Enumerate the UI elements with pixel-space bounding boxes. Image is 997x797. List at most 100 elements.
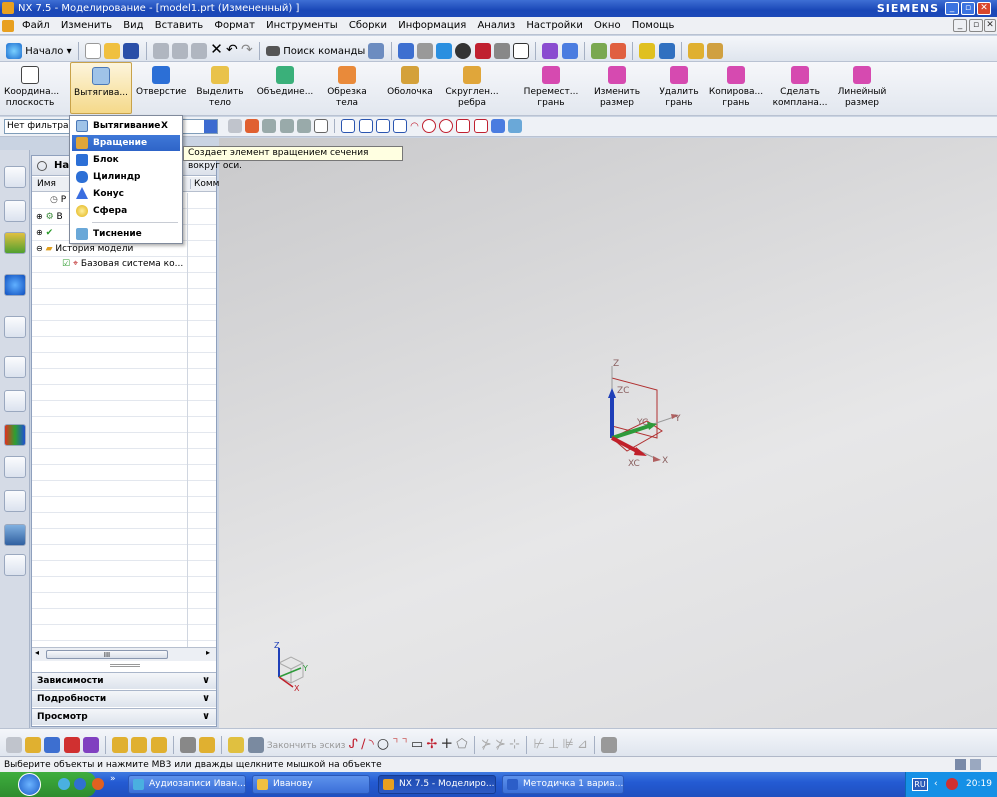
dimension-icon[interactable]: ⊬ bbox=[533, 737, 544, 752]
chevron-left-icon[interactable]: ‹ bbox=[934, 772, 938, 797]
move-face-button[interactable]: Перемест... грань bbox=[522, 62, 580, 114]
menu-window[interactable]: Окно bbox=[590, 17, 625, 35]
profile-icon[interactable]: ᔑ bbox=[349, 737, 358, 752]
menu-item-cylinder[interactable]: Цилиндр bbox=[72, 169, 180, 185]
analysis-icon[interactable] bbox=[639, 43, 656, 59]
quicklaunch-icon[interactable] bbox=[58, 778, 70, 790]
datum-plane-button[interactable]: Координа... плоскость bbox=[4, 62, 59, 114]
snap-icon[interactable] bbox=[610, 43, 627, 59]
fit-view-icon[interactable] bbox=[397, 43, 414, 59]
menu-information[interactable]: Информация bbox=[394, 17, 470, 35]
datum-icon[interactable] bbox=[25, 737, 42, 753]
bounded-grid-icon[interactable] bbox=[507, 119, 522, 133]
boolean-icon[interactable] bbox=[63, 737, 80, 753]
delete-icon[interactable]: ✕ bbox=[210, 40, 223, 58]
scroll-left-icon[interactable]: ◂ bbox=[35, 648, 39, 657]
chevron-down-icon[interactable]: ∨ bbox=[199, 710, 213, 724]
trim-body-button[interactable]: Обрезка тела bbox=[324, 62, 370, 114]
menu-edit[interactable]: Изменить bbox=[57, 17, 116, 35]
extract-body-button[interactable]: Выделить тело bbox=[196, 62, 244, 114]
view-icon[interactable] bbox=[6, 737, 22, 753]
mid-point-icon[interactable] bbox=[358, 119, 373, 133]
status-icon[interactable] bbox=[955, 759, 966, 770]
snap-point-icon[interactable] bbox=[245, 119, 260, 133]
corner-icon[interactable]: ⊹ bbox=[509, 737, 520, 752]
web-browser-icon[interactable] bbox=[4, 524, 26, 546]
arc-center-icon[interactable]: ◠ bbox=[410, 121, 419, 132]
select-icon[interactable] bbox=[262, 119, 277, 133]
intersection-icon[interactable] bbox=[392, 119, 407, 133]
task-audio[interactable]: Аудиозаписи Иван... bbox=[128, 775, 246, 794]
firefox-icon[interactable] bbox=[92, 778, 104, 790]
show-constraints-icon[interactable]: ⊿ bbox=[577, 737, 588, 752]
offset-icon[interactable] bbox=[82, 737, 99, 753]
auto-constraint-icon[interactable]: ⊯ bbox=[562, 737, 573, 752]
wcs-dynamic-icon[interactable] bbox=[561, 43, 578, 59]
end-point-icon[interactable] bbox=[341, 119, 356, 133]
assembly-navigator-icon[interactable] bbox=[4, 166, 26, 188]
scroll-right-icon[interactable]: ▸ bbox=[206, 648, 210, 657]
restore-button[interactable]: ▫ bbox=[961, 2, 975, 15]
splitter-handle[interactable] bbox=[110, 664, 140, 667]
menu-item-emboss[interactable]: Тиснение bbox=[72, 226, 180, 242]
quadrant-icon[interactable] bbox=[439, 119, 454, 133]
new-file-icon[interactable] bbox=[84, 43, 101, 59]
chain-icon[interactable] bbox=[131, 737, 148, 753]
graphics-window[interactable]: Z ZC YC Y XC X Z Y X bbox=[219, 138, 997, 728]
pin-icon[interactable] bbox=[37, 161, 47, 171]
table-icon[interactable] bbox=[179, 737, 196, 753]
doc-minimize-button[interactable]: _ bbox=[953, 19, 967, 32]
make-coplanar-button[interactable]: Сделать компланa... bbox=[772, 62, 828, 114]
point-on-surface-icon[interactable] bbox=[490, 119, 505, 133]
fillet-icon[interactable]: ⌝ bbox=[392, 737, 398, 752]
menu-assemblies[interactable]: Сборки bbox=[345, 17, 391, 35]
menu-format[interactable]: Формат bbox=[210, 17, 259, 35]
app-menu-icon[interactable] bbox=[2, 20, 14, 32]
line-icon[interactable]: ∕ bbox=[361, 737, 365, 752]
layer-icon[interactable] bbox=[590, 43, 607, 59]
resize-face-button[interactable]: Изменить размер bbox=[590, 62, 644, 114]
collapse-icon[interactable]: ⊖ bbox=[36, 244, 43, 253]
feature-icon[interactable] bbox=[199, 737, 216, 753]
constraint-navigator-icon[interactable] bbox=[4, 200, 26, 222]
process-studio-icon[interactable] bbox=[4, 456, 26, 478]
save-icon[interactable] bbox=[123, 43, 140, 59]
hide-icon[interactable] bbox=[493, 43, 510, 59]
finish-sketch-icon[interactable] bbox=[247, 737, 264, 753]
measure-icon[interactable] bbox=[688, 43, 705, 59]
tree-row[interactable]: ☑ ⌖ Базовая система ко... bbox=[32, 257, 192, 272]
menu-item-revolve[interactable]: Вращение bbox=[72, 135, 180, 151]
close-button[interactable]: ✕ bbox=[977, 2, 991, 15]
menu-item-extrude[interactable]: Вытягивание X bbox=[72, 118, 180, 134]
ruler-icon[interactable] bbox=[707, 43, 724, 59]
cut-icon[interactable] bbox=[152, 43, 169, 59]
chevron-down-icon[interactable]: ∨ bbox=[199, 674, 213, 688]
chevron-right-icon[interactable]: » bbox=[110, 774, 116, 784]
column-name[interactable]: Имя bbox=[37, 179, 56, 189]
circle-center-icon[interactable] bbox=[421, 119, 436, 133]
circle-icon[interactable]: ○ bbox=[377, 736, 389, 752]
doc-restore-button[interactable]: ▫ bbox=[969, 19, 983, 32]
arc-icon[interactable]: ◝ bbox=[369, 737, 374, 752]
dependencies-panel[interactable]: Зависимости ∨ bbox=[32, 672, 216, 689]
edge-blend-button[interactable]: Скруглен... ребра bbox=[444, 62, 500, 114]
datum-csys-triad[interactable]: Z ZC YC Y XC X bbox=[608, 359, 681, 469]
tray-app-icon[interactable] bbox=[946, 778, 958, 790]
clock[interactable]: 20:19 bbox=[966, 772, 992, 797]
task-word[interactable]: Методичка 1 вариа... bbox=[502, 775, 624, 794]
display-icon[interactable] bbox=[474, 43, 491, 59]
part-navigator-icon[interactable] bbox=[4, 232, 26, 254]
chevron-down-icon[interactable] bbox=[204, 120, 217, 133]
chevron-down-icon[interactable]: ∨ bbox=[199, 692, 213, 706]
navigator-hscrollbar[interactable]: ◂ III ▸ bbox=[32, 647, 216, 661]
rectangle-icon[interactable]: ▭ bbox=[411, 737, 423, 752]
rectangle-select-icon[interactable] bbox=[313, 119, 328, 133]
orient-view-icon[interactable] bbox=[417, 43, 434, 59]
background-icon[interactable] bbox=[512, 43, 529, 59]
undo-icon[interactable]: ↶ bbox=[226, 42, 238, 58]
select-2-icon[interactable] bbox=[279, 119, 294, 133]
point-icon[interactable]: + bbox=[440, 734, 453, 752]
roles-icon[interactable] bbox=[4, 490, 26, 512]
copy-icon[interactable] bbox=[171, 43, 188, 59]
hole-button[interactable]: Отверстие bbox=[136, 62, 186, 114]
